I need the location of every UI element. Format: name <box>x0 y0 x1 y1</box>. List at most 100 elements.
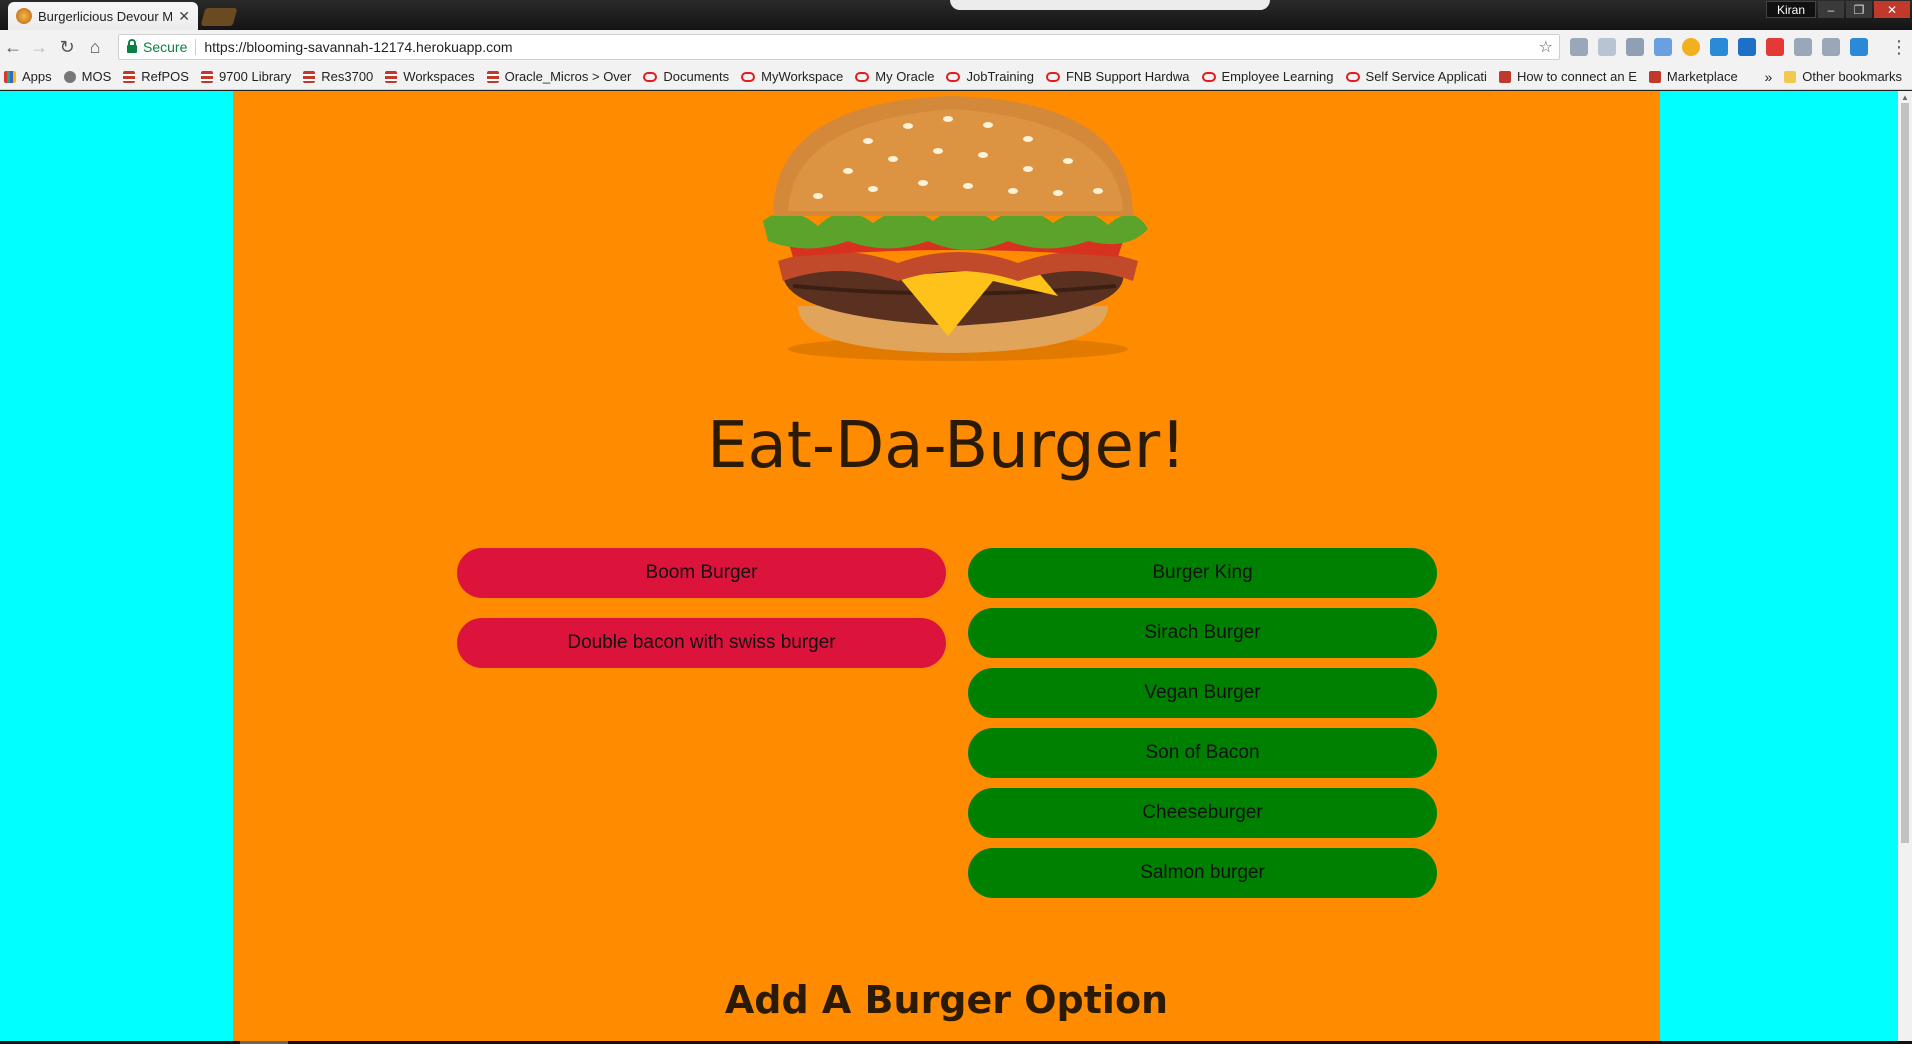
oracle-icon <box>855 71 870 82</box>
bookmark-my-oracle[interactable]: My Oracle <box>855 69 934 84</box>
browser-menu-icon[interactable]: ⋮ <box>1890 37 1908 58</box>
bookmark-label: My Oracle <box>875 69 935 84</box>
bookmark-marketplace[interactable]: Marketplace <box>1648 69 1738 84</box>
reload-icon[interactable]: ↻ <box>56 36 78 58</box>
bookmark-documents[interactable]: Documents <box>643 69 729 84</box>
close-tab-icon[interactable]: ✕ <box>178 8 190 25</box>
extension-icon[interactable] <box>1682 38 1700 56</box>
bookmark-self-service[interactable]: Self Service Applicati <box>1345 69 1487 84</box>
other-bookmarks-label: Other bookmarks <box>1802 69 1902 84</box>
oracle-icon <box>643 71 658 82</box>
devoured-burger-item[interactable]: Double bacon with swiss burger <box>457 618 946 668</box>
extension-icon[interactable] <box>1598 38 1616 56</box>
secure-label: Secure <box>143 39 197 55</box>
browser-titlebar: Burgerlicious Devour Me ✕ Kiran – ❐ ✕ <box>0 0 1912 30</box>
devoured-burger-item[interactable]: Boom Burger <box>457 548 946 598</box>
address-bar[interactable]: Secure https://blooming-savannah-12174.h… <box>118 34 1560 60</box>
profile-button[interactable]: Kiran <box>1766 1 1816 18</box>
devour-burger-button[interactable]: Sirach Burger <box>968 608 1437 658</box>
page-viewport: Eat-Da-Burger! Boom Burger Double bacon … <box>0 91 1898 1041</box>
devour-burger-button[interactable]: Son of Bacon <box>968 728 1437 778</box>
browser-toolbar: ← → ↻ ⌂ Secure https://blooming-savannah… <box>0 30 1912 64</box>
other-bookmarks[interactable]: Other bookmarks <box>1784 69 1902 84</box>
stack-icon <box>123 70 136 83</box>
bookmark-label: MyWorkspace <box>761 69 844 84</box>
magento-icon <box>1498 70 1511 83</box>
bookmark-myworkspace[interactable]: MyWorkspace <box>741 69 843 84</box>
home-icon[interactable]: ⌂ <box>84 36 106 58</box>
bookmarks-overflow-icon[interactable]: » <box>1765 69 1773 85</box>
folder-icon <box>1784 70 1797 83</box>
forward-arrow-icon[interactable]: → <box>28 36 50 58</box>
oracle-icon <box>1345 71 1360 82</box>
close-window-icon[interactable]: ✕ <box>1874 1 1910 18</box>
bookmark-oracle-micros[interactable]: Oracle_Micros > Over <box>486 69 632 84</box>
bookmark-label: Self Service Applicati <box>1365 69 1487 84</box>
bookmark-how-to-connect[interactable]: How to connect an E <box>1498 69 1637 84</box>
magento-icon <box>1648 70 1661 83</box>
bookmark-apps[interactable]: Apps <box>4 69 52 84</box>
bookmark-label: Documents <box>663 69 730 84</box>
devour-burger-button[interactable]: Salmon burger <box>968 848 1437 898</box>
available-burgers-list: Burger King Sirach Burger Vegan Burger S… <box>968 548 1437 898</box>
scroll-thumb[interactable] <box>1901 103 1909 843</box>
bookmark-jobtraining[interactable]: JobTraining <box>946 69 1034 84</box>
extensions-area <box>1570 38 1868 56</box>
url-text[interactable]: https://blooming-savannah-12174.herokuap… <box>204 39 1538 55</box>
extension-icon[interactable] <box>1850 38 1868 56</box>
bookmark-employee-learning[interactable]: Employee Learning <box>1201 69 1334 84</box>
extension-icon[interactable] <box>1570 38 1588 56</box>
bookmark-label: RefPOS <box>141 69 189 84</box>
oracle-icon <box>1045 71 1060 82</box>
bookmark-label: 9700 Library <box>218 69 292 84</box>
devour-burger-button[interactable]: Cheeseburger <box>968 788 1437 838</box>
bookmark-label: MOS <box>81 69 112 84</box>
extension-icon[interactable] <box>1738 38 1756 56</box>
bookmark-label: JobTraining <box>966 69 1034 84</box>
extension-icon[interactable] <box>1654 38 1672 56</box>
back-arrow-icon[interactable]: ← <box>2 36 24 58</box>
maximize-icon[interactable]: ❐ <box>1846 1 1872 18</box>
bookmark-fnb-support[interactable]: FNB Support Hardwa <box>1045 69 1190 84</box>
bookmark-res3700[interactable]: Res3700 <box>303 69 373 84</box>
bookmark-refpos[interactable]: RefPOS <box>123 69 189 84</box>
devour-burger-button[interactable]: Burger King <box>968 548 1437 598</box>
bookmark-label: Oracle_Micros > Over <box>504 69 632 84</box>
scroll-up-icon[interactable]: ▲ <box>1901 93 1909 102</box>
bookmark-workspaces[interactable]: Workspaces <box>385 69 475 84</box>
page-scrollbar[interactable]: ▲ <box>1898 91 1912 1041</box>
main-panel: Eat-Da-Burger! Boom Burger Double bacon … <box>233 91 1660 1041</box>
lock-icon <box>127 38 137 53</box>
oracle-icon <box>741 71 756 82</box>
bookmark-label: FNB Support Hardwa <box>1065 69 1190 84</box>
stack-icon <box>385 70 398 83</box>
extension-icon[interactable] <box>1710 38 1728 56</box>
bookmark-label: Apps <box>22 69 52 84</box>
apps-grid-icon <box>4 70 16 83</box>
bookmark-label: Marketplace <box>1666 69 1738 84</box>
devour-burger-button[interactable]: Vegan Burger <box>968 668 1437 718</box>
bookmark-mos[interactable]: MOS <box>63 69 112 84</box>
browser-tab[interactable]: Burgerlicious Devour Me ✕ <box>8 2 198 30</box>
add-burger-heading: Add A Burger Option <box>724 978 1169 1022</box>
extension-icon[interactable] <box>1794 38 1812 56</box>
bookmark-label: How to connect an E <box>1516 69 1637 84</box>
oracle-icon <box>1201 71 1216 82</box>
devoured-burgers-list: Boom Burger Double bacon with swiss burg… <box>457 548 946 668</box>
new-tab-button[interactable] <box>200 8 238 26</box>
bookmarks-bar: Apps MOS RefPOS 9700 Library Res3700 Wor… <box>0 64 1912 90</box>
bookmark-9700-library[interactable]: 9700 Library <box>200 69 292 84</box>
bookmark-label: Res3700 <box>321 69 374 84</box>
bookmark-label: Employee Learning <box>1221 69 1334 84</box>
bookmark-star-icon[interactable]: ☆ <box>1539 37 1553 57</box>
extension-icon[interactable] <box>1626 38 1644 56</box>
extension-icon[interactable] <box>1766 38 1784 56</box>
window-notch <box>950 0 1270 10</box>
stack-icon <box>486 70 499 83</box>
bookmark-label: Workspaces <box>403 69 475 84</box>
oracle-icon <box>946 71 961 82</box>
stack-icon <box>200 70 213 83</box>
burger-favicon-icon <box>16 8 32 24</box>
minimize-icon[interactable]: – <box>1818 1 1844 18</box>
extension-icon[interactable] <box>1822 38 1840 56</box>
